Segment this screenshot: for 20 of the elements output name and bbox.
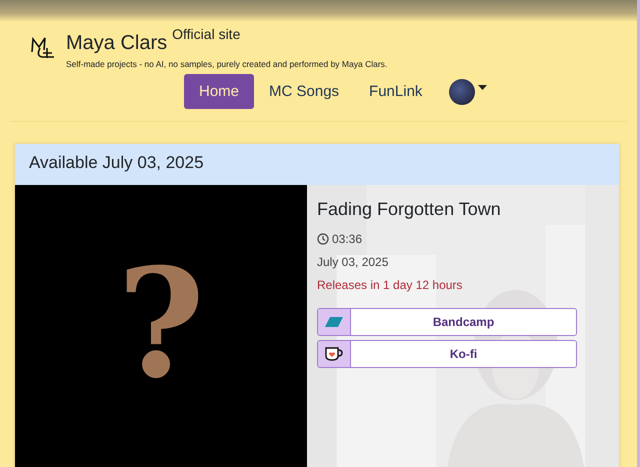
site-subtitle: Self-made projects - no AI, no samples, purely created and performed by Maya Clars. — [66, 59, 388, 69]
link-button[interactable]: Bandcamp — [317, 308, 577, 336]
site-tagline: Official site — [172, 26, 240, 42]
release-date: July 03, 2025 — [317, 255, 390, 269]
site-title[interactable]: Maya Clars — [66, 32, 168, 55]
caret-icon[interactable] — [478, 85, 488, 90]
clock-icon — [317, 233, 329, 245]
nav-link[interactable]: FunLink — [354, 74, 438, 109]
link-button[interactable]: Ko-fi — [317, 340, 577, 368]
parallelogram-icon — [325, 317, 343, 327]
release-countdown: Releases in 1 day 12 hours — [317, 278, 464, 292]
question-mark: ? — [117, 249, 205, 399]
card-heading: Available July 03, 2025 — [29, 153, 204, 172]
cup-icon — [325, 347, 343, 361]
duration: 03:36 — [332, 232, 362, 246]
avatar[interactable] — [449, 78, 476, 104]
song-title: Fading Forgotten Town — [317, 199, 502, 220]
nav-link[interactable]: MC Songs — [254, 74, 354, 109]
nav-link[interactable]: Home — [184, 74, 254, 109]
monogram-logo-icon[interactable] — [30, 36, 56, 60]
